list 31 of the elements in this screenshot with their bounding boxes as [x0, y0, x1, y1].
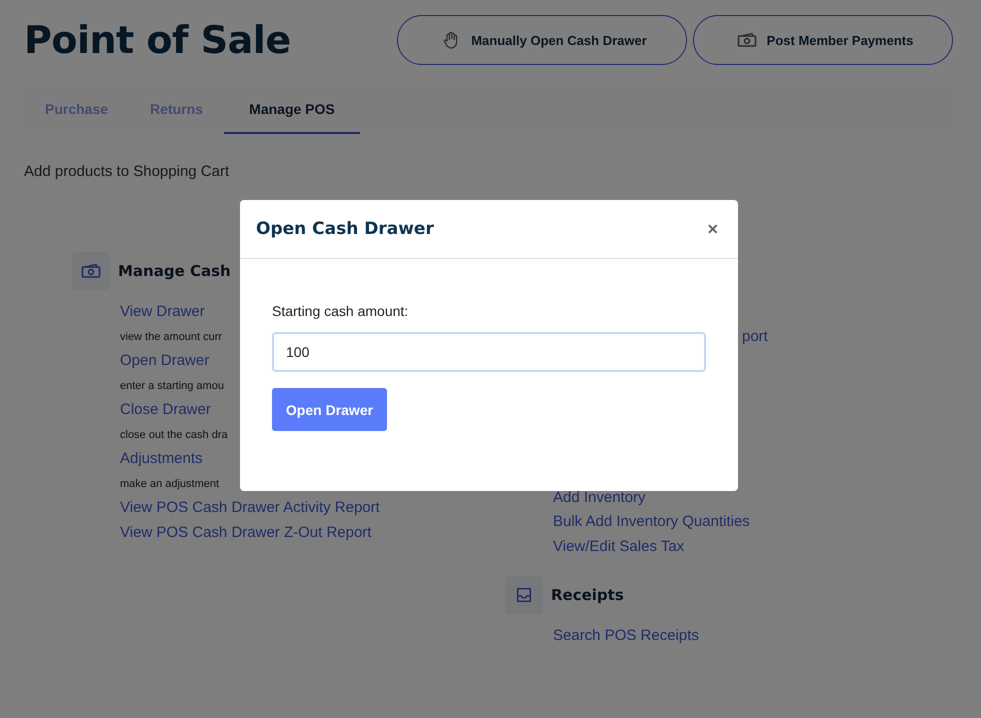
- link-description: close out the cash dra: [120, 428, 228, 442]
- money-icon: [736, 30, 757, 50]
- nav-link[interactable]: Adjustments: [120, 447, 203, 472]
- page-title: Point of Sale: [24, 18, 291, 62]
- close-button[interactable]: ×: [703, 218, 722, 240]
- section-title: Receipts: [551, 586, 624, 604]
- nav-link[interactable]: Close Drawer: [120, 398, 211, 422]
- nav-link[interactable]: View POS Cash Drawer Activity Report: [120, 496, 380, 520]
- link-description: enter a starting amou: [120, 378, 224, 394]
- action-button[interactable]: Manually Open Cash Drawer: [397, 15, 687, 65]
- nav-link[interactable]: port: [742, 325, 768, 350]
- link-description: make an adjustment: [120, 476, 220, 492]
- inbox-icon: [505, 576, 543, 614]
- nav-link[interactable]: Search POS Receipts: [553, 624, 699, 648]
- nav-link[interactable]: Open Drawer: [120, 349, 210, 374]
- nav-link[interactable]: Bulk Add Inventory Quantities: [553, 510, 750, 534]
- section-title: Manage Cash: [118, 262, 231, 280]
- tab[interactable]: Purchase: [24, 86, 130, 134]
- open-drawer-button[interactable]: Open Drawer: [272, 388, 387, 431]
- nav-link[interactable]: View POS Cash Drawer Z-Out Report: [120, 520, 372, 545]
- field-label: Starting cash amount:: [272, 303, 408, 319]
- dialog-title: Open Cash Drawer: [256, 219, 434, 239]
- tab[interactable]: Manage POS: [224, 86, 360, 134]
- panel-description: Add products to Shopping Cart: [24, 162, 230, 180]
- action-button[interactable]: Post Member Payments: [693, 15, 953, 65]
- tab[interactable]: Returns: [129, 86, 224, 134]
- amount-field[interactable]: 100: [272, 332, 706, 372]
- nav-link[interactable]: View/Edit Sales Tax: [553, 534, 684, 559]
- nav-link[interactable]: View Drawer: [120, 300, 205, 324]
- money-icon: [72, 252, 110, 290]
- link-description: view the amount curr: [120, 330, 222, 344]
